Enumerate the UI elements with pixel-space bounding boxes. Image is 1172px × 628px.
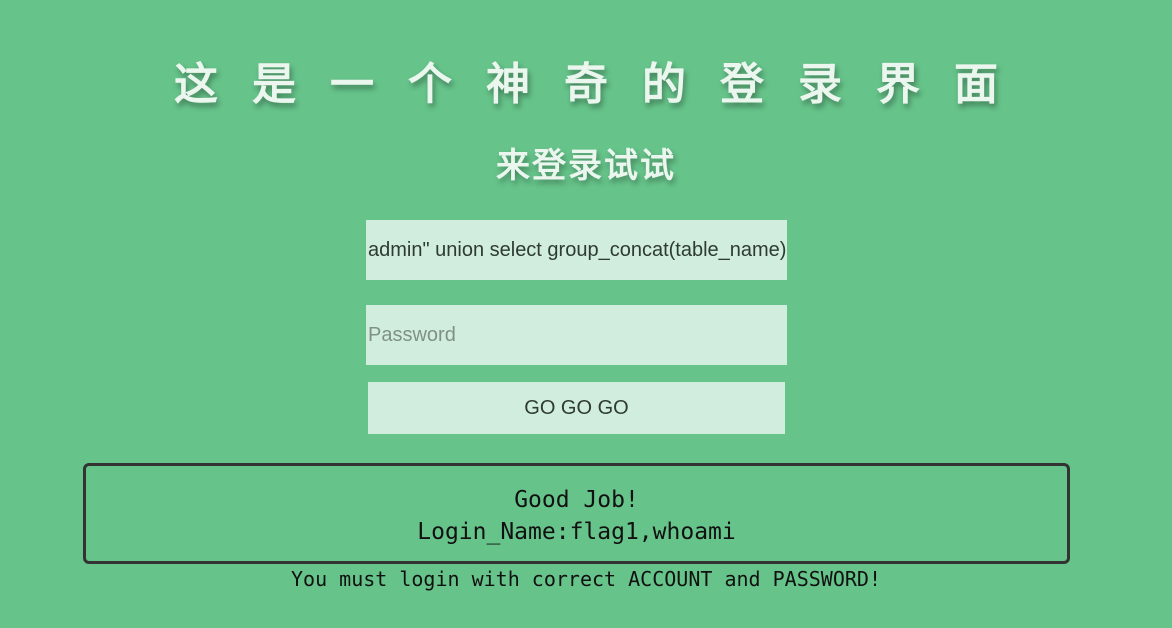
result-box: Good Job! Login_Name:flag1,whoami xyxy=(83,463,1070,564)
page-subtitle: 来登录试试 xyxy=(496,146,676,186)
submit-button[interactable]: GO GO GO xyxy=(368,382,785,434)
login-page: 这是一个神奇的登录界面 来登录试试 GO GO GO Good Job! Log… xyxy=(0,0,1172,628)
login-hint-message: You must login with correct ACCOUNT and … xyxy=(290,567,881,591)
page-title: 这是一个神奇的登录界面 xyxy=(174,59,1032,110)
username-input[interactable] xyxy=(366,220,787,280)
result-login-name: Login_Name:flag1,whoami xyxy=(417,519,736,545)
password-input[interactable] xyxy=(366,305,787,365)
result-status: Good Job! xyxy=(514,487,639,513)
